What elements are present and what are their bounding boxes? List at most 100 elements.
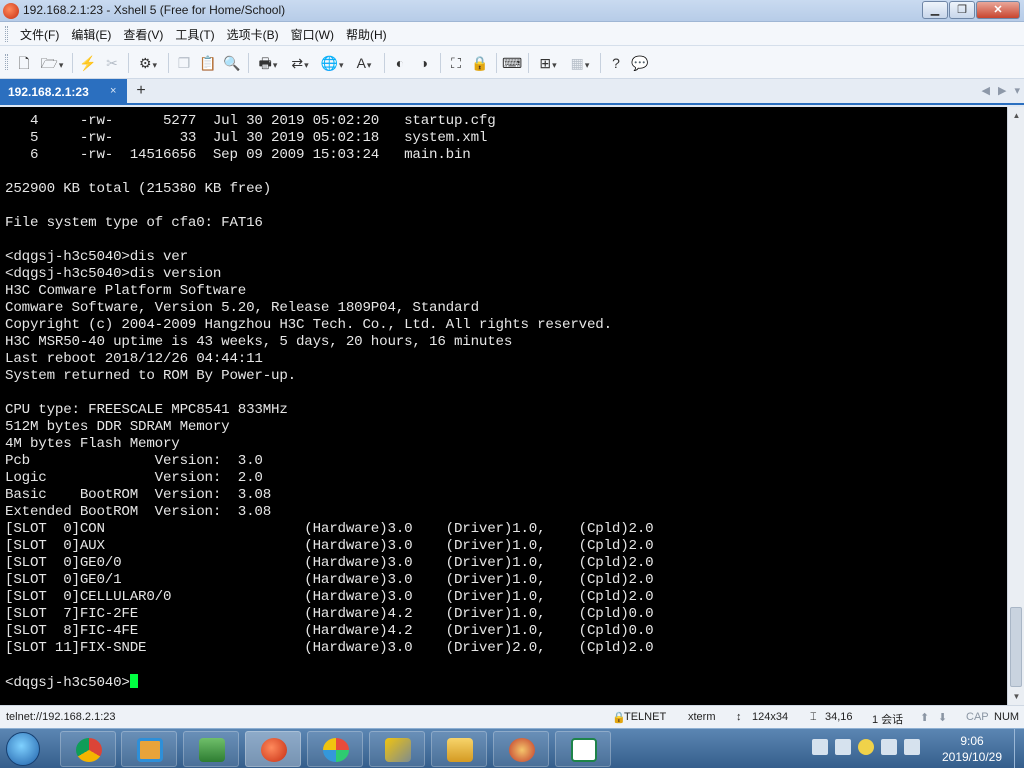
vertical-scrollbar[interactable]: ▲ ▼ bbox=[1007, 107, 1024, 705]
compose-icon[interactable]: ⊞ bbox=[534, 53, 562, 73]
tab-next-icon[interactable]: ▶ bbox=[998, 84, 1006, 97]
terminal-line: [SLOT 0]CELLULAR0/0 (Hardware)3.0 (Drive… bbox=[5, 589, 654, 605]
network-tool-taskbar-button[interactable] bbox=[183, 731, 239, 767]
show-desktop-button[interactable] bbox=[1014, 729, 1024, 768]
terminal-prompt-line: <dqgsj-h3c5040> bbox=[5, 674, 1007, 691]
menu-window[interactable]: 窗口(W) bbox=[291, 26, 334, 43]
volume-icon[interactable] bbox=[881, 739, 897, 755]
terminal-line: Last reboot 2018/12/26 04:44:11 bbox=[5, 351, 263, 367]
find-icon[interactable]: 🔍 bbox=[222, 53, 242, 73]
terminal-cursor bbox=[129, 674, 138, 688]
layout-icon[interactable]: ▦ bbox=[566, 53, 594, 73]
lock-icon[interactable]: 🔒 bbox=[470, 53, 490, 73]
chrome-icon bbox=[76, 738, 102, 762]
num-lock-indicator: NUM bbox=[994, 711, 1020, 723]
start-button[interactable] bbox=[6, 732, 40, 766]
terminal-line: Comware Software, Version 5.20, Release … bbox=[5, 300, 479, 316]
files-taskbar-button[interactable] bbox=[431, 731, 487, 767]
session-count-status: 1 会话 bbox=[872, 714, 904, 726]
cursor-icon: ⌶ bbox=[810, 711, 817, 723]
menu-help[interactable]: 帮助(H) bbox=[346, 26, 387, 43]
menu-tools[interactable]: 工具(T) bbox=[175, 26, 214, 43]
chrome-taskbar-button[interactable] bbox=[60, 731, 116, 767]
help-icon[interactable]: ? bbox=[606, 53, 626, 73]
menu-file[interactable]: 文件(F) bbox=[20, 26, 59, 43]
visio-taskbar-button[interactable] bbox=[555, 731, 611, 767]
tab-session[interactable]: 192.168.2.1:23 × bbox=[0, 79, 127, 105]
terminal-line: CPU type: FREESCALE MPC8541 833MHz bbox=[5, 402, 288, 418]
xshell-taskbar-button[interactable] bbox=[245, 731, 301, 767]
xmanager-icon[interactable]: ◑ bbox=[414, 53, 434, 73]
tray-flag-icon[interactable] bbox=[835, 739, 851, 755]
scroll-up-status-icon: ⬆ bbox=[920, 712, 930, 724]
paste-icon[interactable]: 📋 bbox=[198, 53, 218, 73]
tray-window-icon[interactable] bbox=[812, 739, 828, 755]
clock-date: 2019/10/29 bbox=[941, 750, 1003, 764]
transfer-icon[interactable]: ⇄ bbox=[286, 53, 314, 73]
system-tray bbox=[812, 739, 927, 755]
terminal-line: [SLOT 0]GE0/0 (Hardware)3.0 (Driver)1.0,… bbox=[5, 555, 654, 571]
add-tab-button[interactable]: + bbox=[131, 81, 151, 101]
taskbar: 9:06 2019/10/29 bbox=[0, 728, 1024, 768]
network-icon[interactable] bbox=[904, 739, 920, 755]
terminal[interactable]: 4 -rw- 5277 Jul 30 2019 05:02:20 startup… bbox=[0, 107, 1007, 705]
terminal-line: 4 -rw- 5277 Jul 30 2019 05:02:20 startup… bbox=[5, 113, 496, 129]
tab-prev-icon[interactable]: ◀ bbox=[982, 84, 990, 97]
fullscreen-icon[interactable]: ⛶ bbox=[446, 53, 466, 73]
tray-add-icon[interactable] bbox=[858, 739, 874, 755]
menu-view[interactable]: 查看(V) bbox=[123, 26, 163, 43]
terminal-line: Logic Version: 2.0 bbox=[5, 470, 263, 486]
font-icon[interactable]: A bbox=[350, 53, 378, 73]
globe-icon[interactable]: 🌐 bbox=[318, 53, 346, 73]
vnc-taskbar-button[interactable] bbox=[121, 731, 177, 767]
terminal-line: [SLOT 0]GE0/1 (Hardware)3.0 (Driver)1.0,… bbox=[5, 572, 654, 588]
files-icon bbox=[447, 738, 473, 762]
xshell-app-icon[interactable] bbox=[3, 3, 19, 19]
disconnect-icon[interactable]: ✂ bbox=[102, 53, 122, 73]
rings-app-taskbar-button[interactable] bbox=[307, 731, 363, 767]
toolbar-grip bbox=[5, 54, 8, 70]
rings-app-icon bbox=[323, 738, 349, 762]
terminal-line: 252900 KB total (215380 KB free) bbox=[5, 181, 272, 197]
tab-navigation: ◀ ▶ ▾ bbox=[974, 84, 1020, 97]
terminal-line: [SLOT 11]FIX-SNDE (Hardware)3.0 (Driver)… bbox=[5, 640, 654, 656]
menu-edit[interactable]: 编辑(E) bbox=[71, 26, 111, 43]
monkey-app-icon bbox=[509, 738, 535, 762]
menu-bar: 文件(F) 编辑(E) 查看(V) 工具(T) 选项卡(B) 窗口(W) 帮助(… bbox=[0, 22, 1024, 46]
chat-icon[interactable]: 💬 bbox=[630, 53, 650, 73]
maximize-button[interactable]: ❐ bbox=[949, 1, 975, 19]
open-folder-icon[interactable]: 🗁 bbox=[38, 53, 66, 73]
reconnect-icon[interactable]: ⚡ bbox=[78, 53, 98, 73]
monkey-app-taskbar-button[interactable] bbox=[493, 731, 549, 767]
terminal-line: 5 -rw- 33 Jul 30 2019 05:02:18 system.xm… bbox=[5, 130, 488, 146]
print-icon[interactable]: 🖶 bbox=[254, 53, 282, 73]
menu-tab[interactable]: 选项卡(B) bbox=[227, 26, 279, 43]
terminal-line: [SLOT 0]CON (Hardware)3.0 (Driver)1.0, (… bbox=[5, 521, 654, 537]
title-bar: 192.168.2.1:23 - Xshell 5 (Free for Home… bbox=[0, 0, 1024, 22]
terminal-line: Pcb Version: 3.0 bbox=[5, 453, 263, 469]
tab-bar: 192.168.2.1:23 × + ◀ ▶ ▾ bbox=[0, 79, 1024, 105]
scroll-down-status-icon: ⬇ bbox=[938, 712, 948, 724]
minimize-button[interactable]: ▁ bbox=[922, 1, 948, 19]
clock-time: 9:06 bbox=[960, 734, 984, 748]
clock[interactable]: 9:06 2019/10/29 bbox=[932, 733, 1012, 765]
terminal-line: <dqgsj-h3c5040>dis version bbox=[5, 266, 222, 282]
copy-icon[interactable]: ❐ bbox=[174, 53, 194, 73]
scroll-down-icon[interactable]: ▼ bbox=[1008, 688, 1024, 705]
keyboard-icon[interactable]: ⌨ bbox=[502, 53, 522, 73]
tools-taskbar-button[interactable] bbox=[369, 731, 425, 767]
tab-list-icon[interactable]: ▾ bbox=[1014, 84, 1020, 97]
xftp-icon[interactable]: ◐ bbox=[390, 53, 410, 73]
new-session-icon[interactable]: 🗋 bbox=[14, 53, 34, 73]
caps-lock-indicator: CAP bbox=[966, 711, 989, 723]
terminal-output: 4 -rw- 5277 Jul 30 2019 05:02:20 startup… bbox=[5, 113, 1007, 674]
scrollbar-thumb[interactable] bbox=[1010, 607, 1022, 687]
scroll-up-icon[interactable]: ▲ bbox=[1008, 107, 1024, 124]
properties-icon[interactable]: ⚙ bbox=[134, 53, 162, 73]
close-button[interactable]: ✕ bbox=[976, 1, 1020, 19]
tab-close-icon[interactable]: × bbox=[110, 85, 116, 97]
terminal-line: [SLOT 7]FIC-2FE (Hardware)4.2 (Driver)1.… bbox=[5, 606, 654, 622]
